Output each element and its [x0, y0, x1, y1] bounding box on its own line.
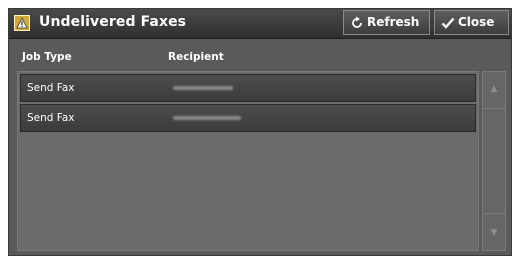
- column-header-job-type: Job Type: [22, 51, 72, 63]
- scrollbar[interactable]: ▲ ▼: [482, 71, 506, 251]
- title-bar: Undelivered Faxes Refresh Close: [9, 9, 511, 39]
- fax-list: Send Fax Send Fax: [17, 71, 479, 251]
- close-label: Close: [458, 15, 495, 29]
- checkmark-icon: [441, 15, 455, 38]
- recipient-cell-redacted: [173, 86, 233, 90]
- scroll-up-icon[interactable]: ▲: [483, 72, 505, 106]
- warning-icon: [14, 15, 30, 31]
- undelivered-faxes-dialog: Undelivered Faxes Refresh Close Job Type…: [8, 8, 512, 256]
- recipient-cell-redacted: [173, 116, 241, 120]
- close-button[interactable]: Close: [434, 10, 509, 35]
- refresh-button[interactable]: Refresh: [343, 10, 430, 35]
- refresh-icon: [350, 15, 364, 38]
- dialog-title: Undelivered Faxes: [39, 14, 187, 30]
- job-type-cell: Send Fax: [27, 112, 75, 124]
- table-row[interactable]: Send Fax: [20, 104, 476, 132]
- job-type-cell: Send Fax: [27, 82, 75, 94]
- scroll-track[interactable]: [483, 108, 505, 214]
- table-row[interactable]: Send Fax: [20, 74, 476, 102]
- column-header-recipient: Recipient: [168, 51, 224, 63]
- scroll-down-icon[interactable]: ▼: [483, 216, 505, 250]
- refresh-label: Refresh: [367, 15, 420, 29]
